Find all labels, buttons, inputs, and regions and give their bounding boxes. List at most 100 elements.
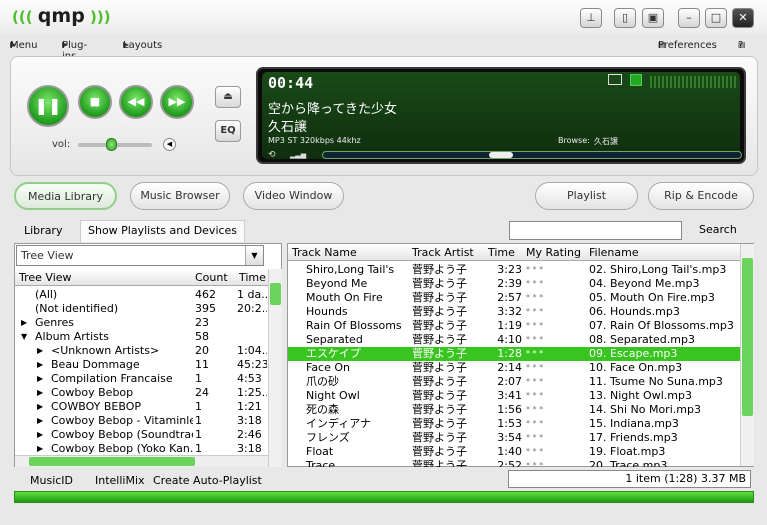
tree-hscrollbar[interactable] <box>15 455 268 467</box>
table-row[interactable]: Hounds 菅野よう子 3:32 * * * 06. Hounds.mp3 <box>288 305 740 319</box>
chevron-down-icon[interactable]: ▼ <box>245 246 263 265</box>
rip-encode-button[interactable]: Rip & Encode <box>648 182 754 210</box>
browse-value[interactable]: 久石譲 <box>594 136 618 147</box>
playlist-button[interactable]: Playlist <box>535 182 638 210</box>
tab-show-playlists[interactable]: Show Playlists and Devices <box>80 220 246 242</box>
table-row[interactable]: エスケイプ 菅野よう子 1:28 * * * 09. Escape.mp3 <box>288 347 740 361</box>
tree-item[interactable]: ▶ COWBOY BEBOP 1 1:21 <box>15 400 268 414</box>
table-row[interactable]: Mouth On Fire 菅野よう子 2:57 * * * 05. Mouth On … <box>288 291 740 305</box>
tree-item[interactable]: ▶Cowboy Bebop241:25... <box>15 386 268 400</box>
track-scrollbar[interactable] <box>740 244 754 466</box>
tab-library[interactable]: Library <box>24 221 62 241</box>
visualizer-icon[interactable] <box>630 74 642 86</box>
stop-icon[interactable]: ■ <box>78 85 112 119</box>
tree-item[interactable]: (Not identified)39520:2... <box>15 302 268 316</box>
status-progress-bar <box>14 491 754 503</box>
col-time[interactable]: Time <box>488 246 515 259</box>
track-list: Shiro,Long Tail's 菅野よう子 3:23 * * * 02. Shiro… <box>288 263 740 467</box>
expand-icon[interactable]: ▶ <box>37 428 43 442</box>
col-filename[interactable]: Filename <box>589 246 639 259</box>
table-row[interactable]: Night Owl 菅野よう子 3:41 * * * 13. Night Owl.mp3 <box>288 389 740 403</box>
volume-label: vol: <box>52 139 71 150</box>
table-row[interactable]: Trace 菅野よう子 2:52 * * * 20. Trace.mp3 <box>288 459 740 467</box>
play-pause-icon[interactable]: ❚❚ <box>27 85 69 127</box>
track-artist: 久石譲 <box>268 120 308 135</box>
table-row[interactable]: インディアナ 菅野よう子 1:53 * * * 15. Indiana.mp3 <box>288 417 740 431</box>
track-title: 空から降ってきた少女 <box>268 102 397 117</box>
tree-item[interactable]: ▶ Genres 23 <box>15 316 268 330</box>
tree-item[interactable]: ▼ Album Artists 58 <box>15 330 268 344</box>
seek-bar[interactable] <box>322 151 742 159</box>
table-row[interactable]: Beyond Me 菅野よう子 2:39 * * * 04. Beyond Me.mp3 <box>288 277 740 291</box>
tree-header: Tree View Count Time <box>15 269 268 286</box>
table-row[interactable]: Shiro,Long Tail's 菅野よう子 3:23 * * * 02. Shiro… <box>288 263 740 277</box>
volume-knob[interactable] <box>106 138 118 151</box>
tree-pane: Tree View ▼ Tree View Count Time (All) 46… <box>14 243 282 467</box>
table-row[interactable]: 死の森 菅野よう子 1:56 * * * 14. Shi No Mori.mp3 <box>288 403 740 417</box>
maximize-icon[interactable]: □ <box>705 8 727 28</box>
expand-icon[interactable]: ▶ <box>37 400 43 414</box>
expand-icon[interactable]: ▶ <box>21 316 27 330</box>
col-track-artist[interactable]: Track Artist <box>412 246 474 259</box>
tree-item[interactable]: ▶ Beau Dommage 11 45:23 <box>15 358 268 372</box>
table-row[interactable]: 爪の砂 菅野よう子 2:07 * * * 11. Tsume No Suna.mp3 <box>288 375 740 389</box>
expand-icon[interactable]: ▶ <box>37 344 43 358</box>
video-window-button[interactable]: Video Window <box>243 182 344 210</box>
elapsed-time: 00:44 <box>268 74 314 92</box>
app-logo: ((( qmp ))) <box>12 5 111 27</box>
tree-scrollbar[interactable] <box>268 269 282 467</box>
tree-item[interactable]: ▶ Cowboy Bebop (Soundtrack) 1 2:46 <box>15 428 268 442</box>
expand-icon[interactable]: ▶ <box>37 442 43 456</box>
eq-button[interactable]: EQ <box>215 120 241 142</box>
expand-icon[interactable]: ▶ <box>37 372 43 386</box>
table-row[interactable]: Face On 菅野よう子 2:14 * * * 10. Face On.mp3 <box>288 361 740 375</box>
tree-item[interactable]: ▶ Cowboy Bebop (Yoko Kan... 1 3:18 <box>15 442 268 456</box>
col-time[interactable]: Time <box>239 271 266 284</box>
spectrum-visualizer <box>650 76 736 88</box>
search-button[interactable]: Search <box>699 223 737 236</box>
video-icon[interactable] <box>608 74 622 85</box>
signal-icon: ▂▃▅ <box>290 151 307 159</box>
tree-item[interactable]: ▶ Compilation Francaise 1 4:53 <box>15 372 268 386</box>
media-library-button[interactable]: Media Library <box>14 182 117 210</box>
title-bar: ((( qmp ))) ⊥ ▯ ▣ – □ ✕ <box>0 0 767 34</box>
browse-label: Browse: <box>558 136 590 145</box>
status-text: 1 item (1:28) 3.37 MB <box>508 470 751 488</box>
col-count[interactable]: Count <box>195 271 228 284</box>
fast-forward-icon[interactable]: ▶▶ <box>160 85 194 119</box>
tree-view-select[interactable]: Tree View ▼ <box>16 245 264 266</box>
create-auto-playlist-button[interactable]: Create Auto-Playlist <box>153 474 262 487</box>
volume-slider[interactable] <box>78 138 152 151</box>
tree-item[interactable]: (All)4621 da... <box>15 288 268 302</box>
expand-icon[interactable]: ▶ <box>37 414 43 428</box>
minimize-to-tray-icon[interactable]: ⊥ <box>580 8 602 28</box>
minimize-icon[interactable]: – <box>678 8 700 28</box>
rewind-icon[interactable]: ◀◀ <box>119 85 153 119</box>
mute-icon[interactable]: ◀ <box>163 138 176 151</box>
seek-knob[interactable] <box>489 152 514 158</box>
table-row[interactable]: フレンズ 菅野よう子 3:54 * * * 17. Friends.mp3 <box>288 431 740 445</box>
tree-list: (All)4621 da...(Not identified)39520:2..… <box>15 288 268 458</box>
mini-mode-icon[interactable]: ▯ <box>614 8 636 28</box>
eject-icon[interactable]: ⏏ <box>215 86 241 108</box>
track-header: Track Name Track Artist Time My Rating F… <box>288 244 740 261</box>
col-tree-view[interactable]: Tree View <box>19 271 72 284</box>
table-row[interactable]: Float 菅野よう子 1:40 * * * 19. Float.mp3 <box>288 445 740 459</box>
skin-mode-icon[interactable]: ▣ <box>642 8 664 28</box>
music-id-button[interactable]: MusicID <box>30 474 73 487</box>
tree-item[interactable]: ▶ Cowboy Bebop - Vitaminless 1 3:18 <box>15 414 268 428</box>
music-browser-button[interactable]: Music Browser <box>130 182 230 210</box>
expand-icon[interactable]: ▶ <box>37 386 43 400</box>
expand-icon[interactable]: ▼ <box>21 330 27 344</box>
intellimix-button[interactable]: IntelliMix <box>95 474 145 487</box>
table-row[interactable]: Rain Of Blossoms 菅野よう子 1:19 * * * 07. Rain O… <box>288 319 740 333</box>
close-icon[interactable]: ✕ <box>732 8 754 28</box>
expand-icon[interactable]: ▶ <box>37 358 43 372</box>
repeat-icon[interactable]: ⟲ <box>268 150 276 160</box>
search-input[interactable] <box>509 221 682 240</box>
col-my-rating[interactable]: My Rating <box>526 246 581 259</box>
tree-item[interactable]: ▶<Unknown Artists>201:04... <box>15 344 268 358</box>
track-format: MP3 ST 320kbps 44khz <box>268 136 361 145</box>
col-track-name[interactable]: Track Name <box>292 246 357 259</box>
table-row[interactable]: Separated 菅野よう子 4:10 * * * 08. Separated.mp3 <box>288 333 740 347</box>
